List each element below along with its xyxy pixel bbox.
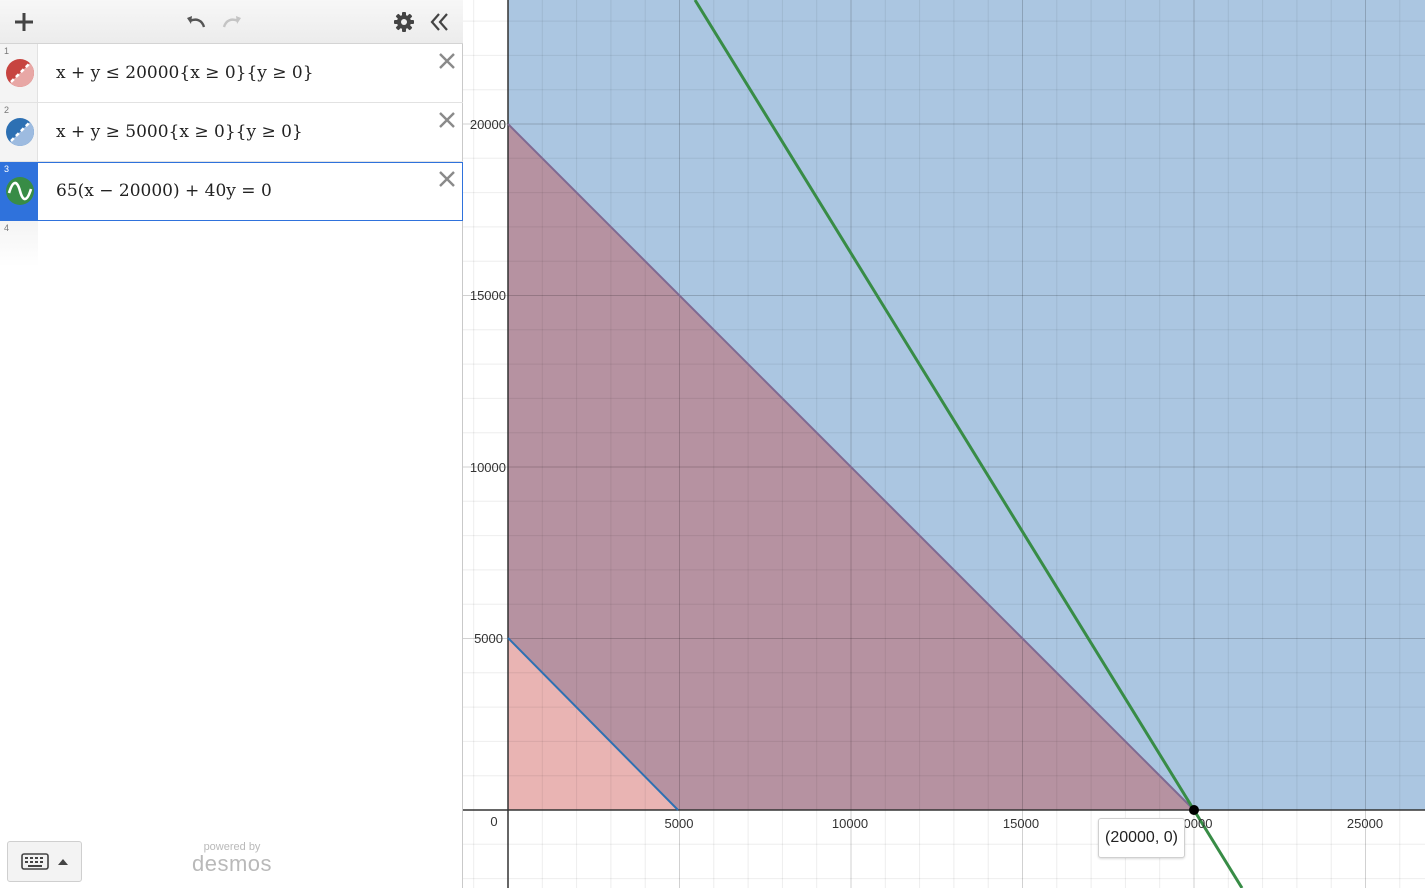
expression-row-active[interactable]: 3 65(x − 20000) + 40y = 0 [0,162,463,221]
expression-toolbar [0,0,463,44]
y-tick-label: 10000 [470,460,506,475]
graph-canvas[interactable]: 0 5000 10000 15000 0000 25000 5000 10000… [463,0,1425,888]
inequality-shading-icon[interactable] [5,58,35,88]
expression-number: 2 [4,105,10,115]
intersection-point[interactable] [1189,805,1199,815]
expression-tab[interactable]: 4 [0,221,38,267]
plus-icon [15,13,33,31]
expression-panel: 1 x + y ≤ 20000{x ≥ 0}{y ≥ 0} 2 x + y ≥ … [0,0,463,888]
y-tick-label: 20000 [470,117,506,132]
x-tick-label: 0 [490,814,497,829]
expression-input[interactable]: x + y ≥ 5000{x ≥ 0}{y ≥ 0} [56,103,303,161]
x-tick-label: 10000 [832,816,868,831]
x-tick-label: 0000 [1184,816,1213,831]
delete-expression-icon[interactable] [437,169,457,189]
delete-expression-icon[interactable] [437,51,457,71]
y-tick-label: 15000 [470,288,506,303]
undo-button[interactable] [180,6,212,38]
inequality-shading-icon[interactable] [5,117,35,147]
expression-input[interactable]: 65(x − 20000) + 40y = 0 [56,162,272,220]
powered-by-desmos-logo[interactable]: powered by desmos [192,841,272,875]
graph-paper[interactable]: 0 5000 10000 15000 0000 25000 5000 10000… [463,0,1425,888]
undo-icon [187,16,206,28]
redo-icon [222,16,241,28]
double-chevron-left-icon [430,13,448,31]
desmos-brand-text: desmos [192,851,273,876]
gear-icon [394,12,414,32]
add-expression-button[interactable] [8,6,40,38]
y-tick-label: 5000 [474,631,503,646]
redo-button[interactable] [216,6,248,38]
keyboard-icon [21,853,68,870]
delete-expression-icon[interactable] [437,110,457,130]
expression-number: 3 [4,164,10,174]
expression-tab[interactable]: 3 [0,162,38,220]
settings-button[interactable] [388,6,420,38]
x-tick-label: 15000 [1003,816,1039,831]
expression-row[interactable]: 1 x + y ≤ 20000{x ≥ 0}{y ≥ 0} [0,44,463,103]
expression-tab[interactable]: 2 [0,103,38,161]
expression-tab[interactable]: 1 [0,44,38,102]
desmos-calculator: 1 x + y ≤ 20000{x ≥ 0}{y ≥ 0} 2 x + y ≥ … [0,0,1425,888]
new-expression-row[interactable]: 4 [0,221,463,267]
curve-icon[interactable] [5,176,35,206]
expression-input[interactable]: x + y ≤ 20000{x ≥ 0}{y ≥ 0} [56,44,314,102]
expression-number: 1 [4,46,10,56]
x-tick-label: 25000 [1347,816,1383,831]
x-tick-label: 5000 [665,816,694,831]
collapse-panel-button[interactable] [424,6,456,38]
expression-row[interactable]: 2 x + y ≥ 5000{x ≥ 0}{y ≥ 0} [0,103,463,162]
keypad-toggle-button[interactable] [7,841,82,882]
expression-list: 1 x + y ≤ 20000{x ≥ 0}{y ≥ 0} 2 x + y ≥ … [0,44,463,267]
point-coordinate-label: (20000, 0) [1098,818,1185,858]
expression-number: 4 [4,223,10,233]
